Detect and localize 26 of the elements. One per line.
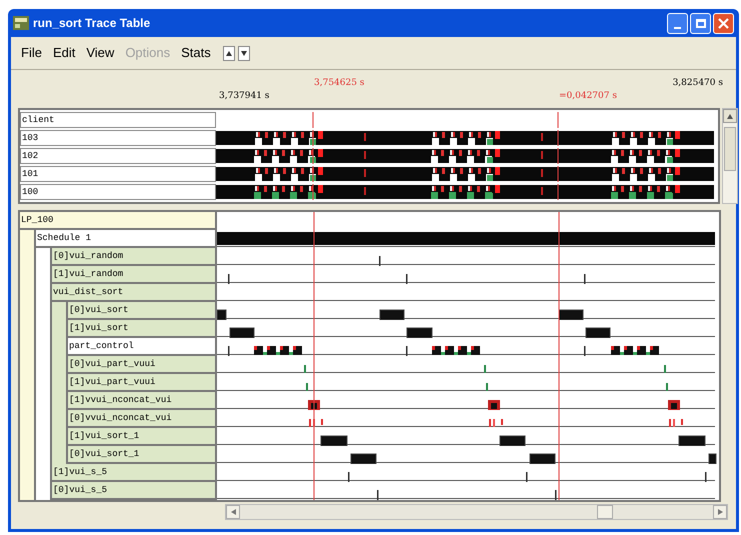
window-title: run_sort Trace Table — [33, 15, 150, 32]
client-label: 103 — [20, 130, 216, 146]
cursor-delta-label: =0,042707 s — [559, 90, 617, 103]
scrollbar-thumb[interactable] — [597, 505, 613, 519]
menu-item[interactable]: File — [21, 43, 42, 63]
down-arrow-icon — [240, 50, 247, 56]
client-label: client — [20, 112, 216, 128]
tree-node-label[interactable]: [0]vui_s_5 — [52, 482, 215, 500]
close-icon — [718, 18, 729, 28]
client-label: 102 — [20, 148, 216, 164]
cursor-time-label: 3,754625 s — [314, 77, 364, 90]
scroll-up-button[interactable] — [222, 46, 235, 60]
scroll-down-button[interactable] — [238, 46, 250, 60]
scrollbar-thumb[interactable] — [724, 127, 736, 171]
menu-item[interactable]: View — [86, 43, 114, 63]
end-time-label: 3,825470 s — [672, 77, 723, 90]
app-icon — [13, 16, 29, 30]
client-label: 100 — [20, 184, 216, 200]
start-time-label: 3,737941 s — [219, 90, 270, 103]
minimize-button[interactable] — [667, 12, 688, 34]
up-arrow-icon — [226, 50, 232, 56]
menu-item[interactable]: Edit — [52, 43, 76, 63]
maximize-button[interactable] — [690, 12, 711, 34]
menu-item[interactable]: Stats — [181, 43, 211, 63]
close-button[interactable] — [713, 12, 734, 34]
client-label: 101 — [20, 166, 216, 182]
